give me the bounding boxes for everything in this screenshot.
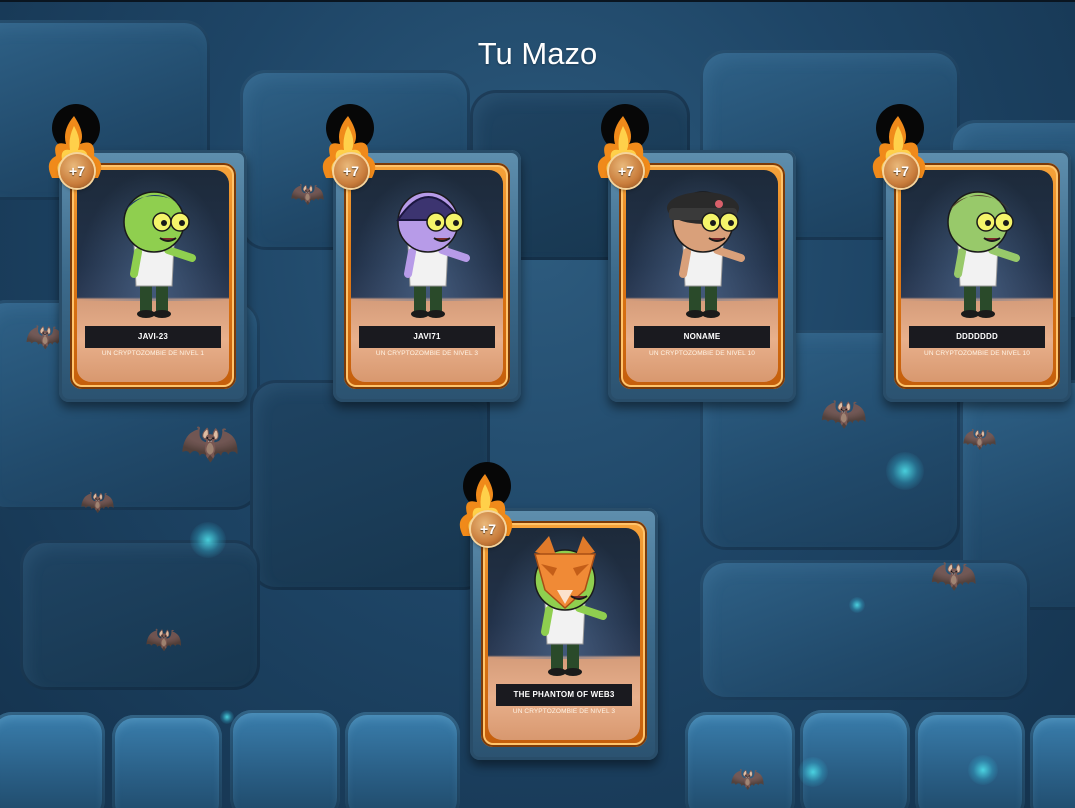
zombie-card[interactable]: JAVI71 UN CRYPTOZOMBIE DE NIVEL 3 +7 [322, 104, 521, 406]
card-level-text: UN CRYPTOZOMBIE DE NIVEL 10 [649, 350, 755, 357]
glow-orb [886, 452, 924, 490]
bat-icon: 🦇 [820, 393, 868, 435]
page-title: Tu Mazo [477, 36, 598, 71]
bat-icon: 🦇 [145, 623, 183, 656]
level-badge: +7 [312, 104, 384, 196]
bat-icon: 🦇 [80, 486, 115, 517]
card-level-text: UN CRYPTOZOMBIE DE NIVEL 10 [924, 350, 1030, 357]
zombie-card[interactable]: JAVI-23 UN CRYPTOZOMBIE DE NIVEL 1 +7 [48, 104, 247, 406]
level-badge: +7 [587, 104, 659, 196]
badge-value: +7 [60, 154, 94, 188]
zombie-figure [534, 536, 607, 676]
card-name: DDDDDDD [909, 326, 1045, 348]
card-level-text: UN CRYPTOZOMBIE DE NIVEL 3 [512, 708, 616, 715]
zombie-card[interactable]: DDDDDDD UN CRYPTOZOMBIE DE NIVEL 10 +7 [872, 104, 1071, 406]
level-badge: +7 [38, 104, 110, 196]
badge-value: +7 [884, 154, 918, 188]
bat-icon: 🦇 [930, 555, 978, 597]
card-name: THE PHANTOM OF WEB3 [496, 684, 632, 706]
zombie-figure [396, 191, 470, 318]
badge-value: +7 [471, 512, 505, 546]
wall-stone [700, 560, 1030, 700]
glow-orb [849, 597, 865, 613]
card-name: NONAME [634, 326, 770, 348]
card-name: JAVI71 [359, 326, 495, 348]
floor-stone [345, 712, 460, 808]
glow-orb [798, 757, 828, 787]
card-level-text: UN CRYPTOZOMBIE DE NIVEL 1 [101, 350, 205, 357]
floor-stone [112, 715, 222, 808]
zombie-card[interactable]: THE PHANTOM OF WEB3 UN CRYPTOZOMBIE DE NI… [459, 462, 658, 764]
badge-value: +7 [334, 154, 368, 188]
bat-icon: 🦇 [962, 423, 997, 454]
zombie-figure [123, 191, 196, 318]
bat-icon: 🦇 [730, 763, 765, 794]
zombie-card[interactable]: NONAME UN CRYPTOZOMBIE DE NIVEL 10 +7 [597, 104, 796, 406]
level-badge: +7 [449, 462, 521, 554]
card-level-text: UN CRYPTOZOMBIE DE NIVEL 3 [375, 350, 479, 357]
floor-stone [0, 712, 105, 808]
badge-value: +7 [609, 154, 643, 188]
card-name: JAVI-23 [85, 326, 221, 348]
glow-orb [968, 755, 998, 785]
level-badge: +7 [862, 104, 934, 196]
wall-stone [20, 540, 260, 690]
deck-scene: 🦇 🦇 🦇 🦇 🦇 🦇 🦇 🦇 🦇 Tu Mazo JAVI-23 UN CRYP… [0, 0, 1075, 808]
floor-stone [230, 710, 340, 808]
bat-icon: 🦇 [180, 417, 240, 470]
glow-orb [190, 522, 226, 558]
zombie-figure [947, 191, 1020, 318]
glow-orb [220, 710, 234, 724]
zombie-figure [667, 191, 745, 318]
top-border [0, 0, 1075, 2]
floor-stone [1030, 715, 1075, 808]
